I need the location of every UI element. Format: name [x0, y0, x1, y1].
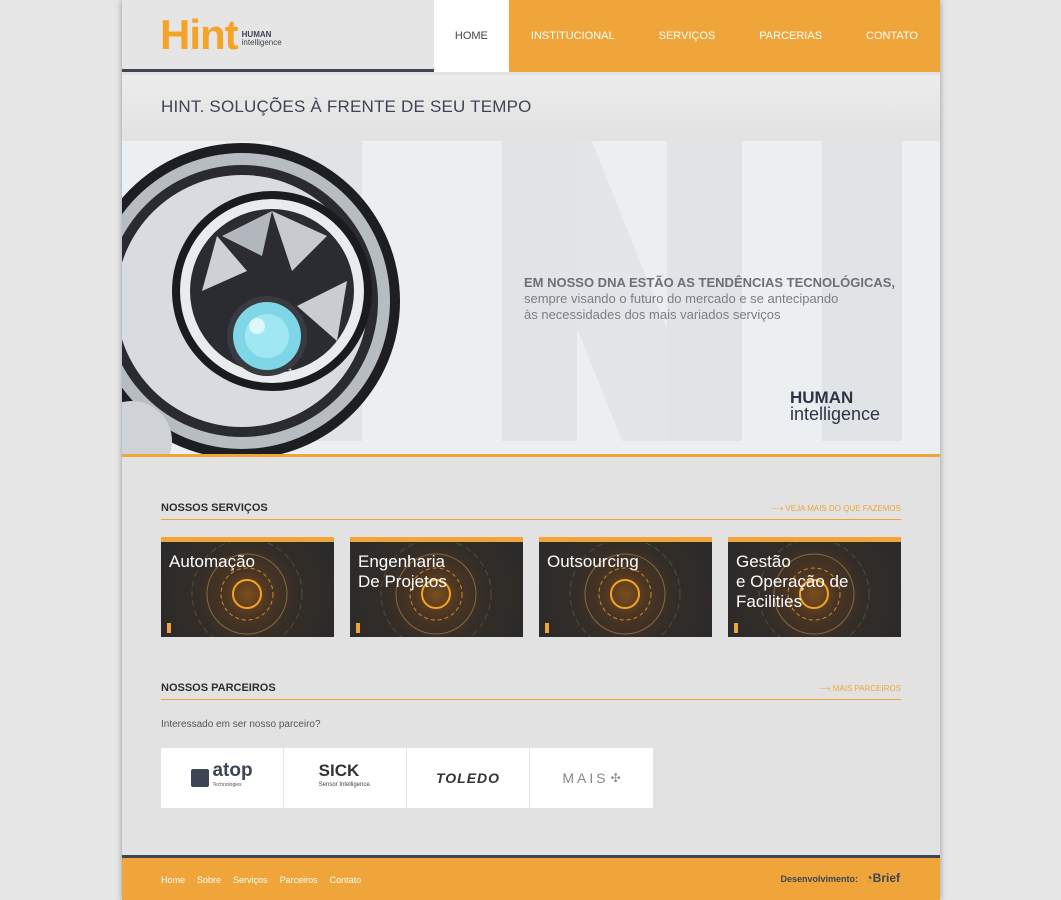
service-title: Outsourcing — [547, 552, 639, 571]
partners-more-link[interactable]: ⟶ MAIS PARCEIROS — [819, 684, 901, 693]
atop-sub: Technologies — [212, 782, 242, 788]
mais-logo: MAIS ✣ — [562, 770, 620, 786]
service-card-automacao[interactable]: Automação — [161, 537, 334, 637]
partners-title: NOSSOS PARCEIROS — [161, 682, 276, 694]
mais-name: MAIS — [562, 770, 609, 786]
service-marker — [167, 623, 171, 633]
nav-institucional[interactable]: INSTITUCIONAL — [531, 30, 615, 42]
partner-atop[interactable]: atop Technologies — [161, 748, 284, 808]
services-more-link[interactable]: ⟶ VEJA MAIS DO QUE FAZEMOS — [772, 504, 901, 513]
service-card-outsourcing[interactable]: Outsourcing — [539, 537, 712, 637]
partner-mais[interactable]: MAIS ✣ — [530, 748, 653, 808]
nav-home[interactable]: HOME — [433, 0, 509, 72]
sick-sub: Sensor Intelligence. — [318, 782, 372, 788]
service-title: Engenharia De Projetos — [358, 552, 447, 591]
hero-tagline: EM NOSSO DNA ESTÃO AS TENDÊNCIAS TECNOLÓ… — [524, 275, 904, 323]
nav-contato[interactable]: CONTATO — [866, 30, 918, 42]
page-title: HINT. SOLUÇÕES À FRENTE DE SEU TEMPO — [161, 97, 532, 116]
nav-servicos[interactable]: SERVIÇOS — [659, 30, 716, 42]
sick-logo: SICK Sensor Intelligence. — [318, 761, 372, 792]
sick-name: SICK — [318, 761, 360, 780]
hero-line-2: sempre visando o futuro do mercado e se … — [524, 291, 839, 306]
partner-sick[interactable]: SICK Sensor Intelligence. — [284, 748, 407, 808]
title-strip: HINT. SOLUÇÕES À FRENTE DE SEU TEMPO — [122, 75, 940, 141]
footer-link-sobre[interactable]: Sobre — [197, 875, 221, 885]
toledo-logo: TOLEDO — [435, 770, 501, 786]
hero-line-3: às necessidades dos mais variados serviç… — [524, 307, 781, 322]
footer-nav: Home Sobre Serviços Parceiros Contato — [161, 875, 373, 885]
logo-tagline-line2: intelligence — [241, 38, 282, 47]
partner-logos: atop Technologies SICK Sensor Intelligen… — [161, 748, 653, 808]
service-marker — [545, 623, 549, 633]
site-footer: Home Sobre Serviços Parceiros Contato De… — [122, 855, 940, 900]
partner-question[interactable]: Interessado em ser nosso parceiro? — [161, 719, 321, 730]
services-heading: NOSSOS SERVIÇOS ⟶ VEJA MAIS DO QUE FAZEM… — [161, 500, 901, 520]
main-nav: HOME INSTITUCIONAL SERVIÇOS PARCERIAS CO… — [433, 0, 940, 72]
hero-lead: EM NOSSO DNA ESTÃO AS TENDÊNCIAS TECNOLÓ… — [524, 275, 896, 290]
service-marker — [734, 623, 738, 633]
developer-label: Desenvolvimento: — [780, 874, 858, 884]
partner-toledo[interactable]: TOLEDO — [407, 748, 530, 808]
services-list: Automação Engenharia De Projetos Outsour… — [161, 537, 901, 637]
service-card-gestao[interactable]: Gestão e Operação de Facilities — [728, 537, 901, 637]
page: Hint HUMAN intelligence HOME INSTITUCION… — [122, 0, 940, 900]
partners-heading: NOSSOS PARCEIROS ⟶ MAIS PARCEIROS — [161, 680, 901, 700]
atop-name: atop — [212, 760, 253, 781]
mais-dots-icon: ✣ — [610, 771, 621, 785]
footer-link-parceiros[interactable]: Parceiros — [280, 875, 318, 885]
service-card-engenharia[interactable]: Engenharia De Projetos — [350, 537, 523, 637]
service-title: Automação — [169, 552, 255, 571]
site-header: Hint HUMAN intelligence HOME INSTITUCION… — [122, 0, 940, 72]
footer-link-servicos[interactable]: Serviços — [233, 875, 268, 885]
atop-logo: atop Technologies — [191, 760, 253, 792]
logo-tagline: HUMAN intelligence — [242, 31, 282, 47]
footer-link-contato[interactable]: Contato — [330, 875, 362, 885]
logo[interactable]: Hint HUMAN intelligence — [160, 14, 282, 56]
hero-brand: HUMAN intelligence — [790, 389, 880, 423]
nav-orange-group: INSTITUCIONAL SERVIÇOS PARCERIAS CONTATO — [508, 0, 940, 72]
hero-brand-line2: intelligence — [790, 404, 881, 424]
footer-link-home[interactable]: Home — [161, 875, 185, 885]
developer-brand-name: Brief — [872, 871, 900, 885]
service-title: Gestão e Operação de Facilities — [736, 552, 849, 611]
logo-mark: Hint — [160, 11, 239, 58]
hero-banner: EM NOSSO DNA ESTÃO AS TENDÊNCIAS TECNOLÓ… — [122, 141, 940, 457]
service-marker — [356, 623, 360, 633]
nav-parcerias[interactable]: PARCERIAS — [759, 30, 822, 42]
developer-brand[interactable]: ◔Brief — [865, 871, 900, 885]
services-title: NOSSOS SERVIÇOS — [161, 502, 268, 514]
